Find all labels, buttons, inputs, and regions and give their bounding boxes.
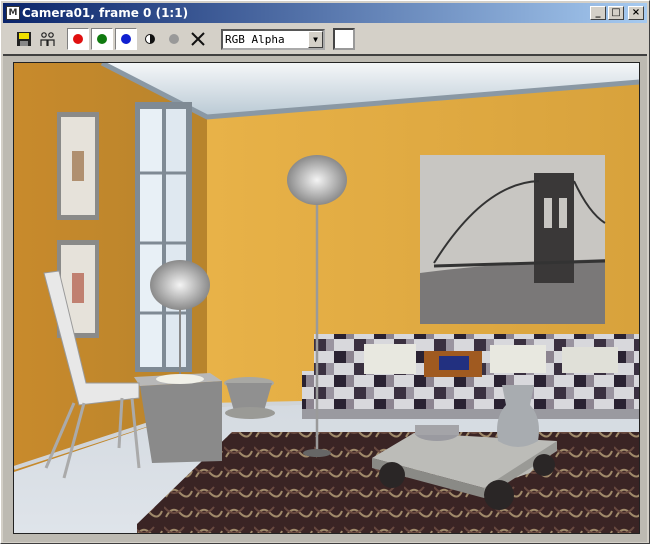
clone-window-icon [40,32,55,46]
maximize-button[interactable]: □ [608,6,624,20]
clone-window-button[interactable] [37,28,59,50]
monochrome-icon [145,34,155,44]
alpha-channel-button[interactable] [163,28,185,50]
room-render-image [13,60,640,533]
gray-dot-icon [169,34,179,44]
green-channel-button[interactable] [91,28,113,50]
window-title: Camera01, frame 0 (1:1) [22,6,189,20]
minimize-button[interactable]: _ [590,6,606,20]
monochrome-button[interactable] [139,28,161,50]
color-swatch[interactable] [333,28,355,50]
rendered-frame-window: M Camera01, frame 0 (1:1) _ □ × RGB Alph… [0,0,650,544]
close-button[interactable]: × [628,6,644,20]
clear-button[interactable] [187,28,209,50]
chevron-down-icon[interactable]: ▼ [308,30,323,48]
blue-channel-button[interactable] [115,28,137,50]
clear-x-icon [191,32,205,46]
app-icon: M [6,6,20,20]
render-frame-area [3,54,647,542]
channel-select-value: RGB Alpha [225,32,285,46]
channel-select[interactable]: RGB Alpha ▼ [221,28,325,50]
save-bitmap-button[interactable] [13,28,35,50]
red-channel-button[interactable] [67,28,89,50]
blue-dot-icon [121,34,131,44]
red-dot-icon [73,34,83,44]
toolbar: RGB Alpha ▼ [3,25,647,53]
title-bar[interactable]: M Camera01, frame 0 (1:1) _ □ × [3,3,647,23]
floppy-disk-icon [17,32,31,46]
rendered-image [13,60,640,534]
green-dot-icon [97,34,107,44]
